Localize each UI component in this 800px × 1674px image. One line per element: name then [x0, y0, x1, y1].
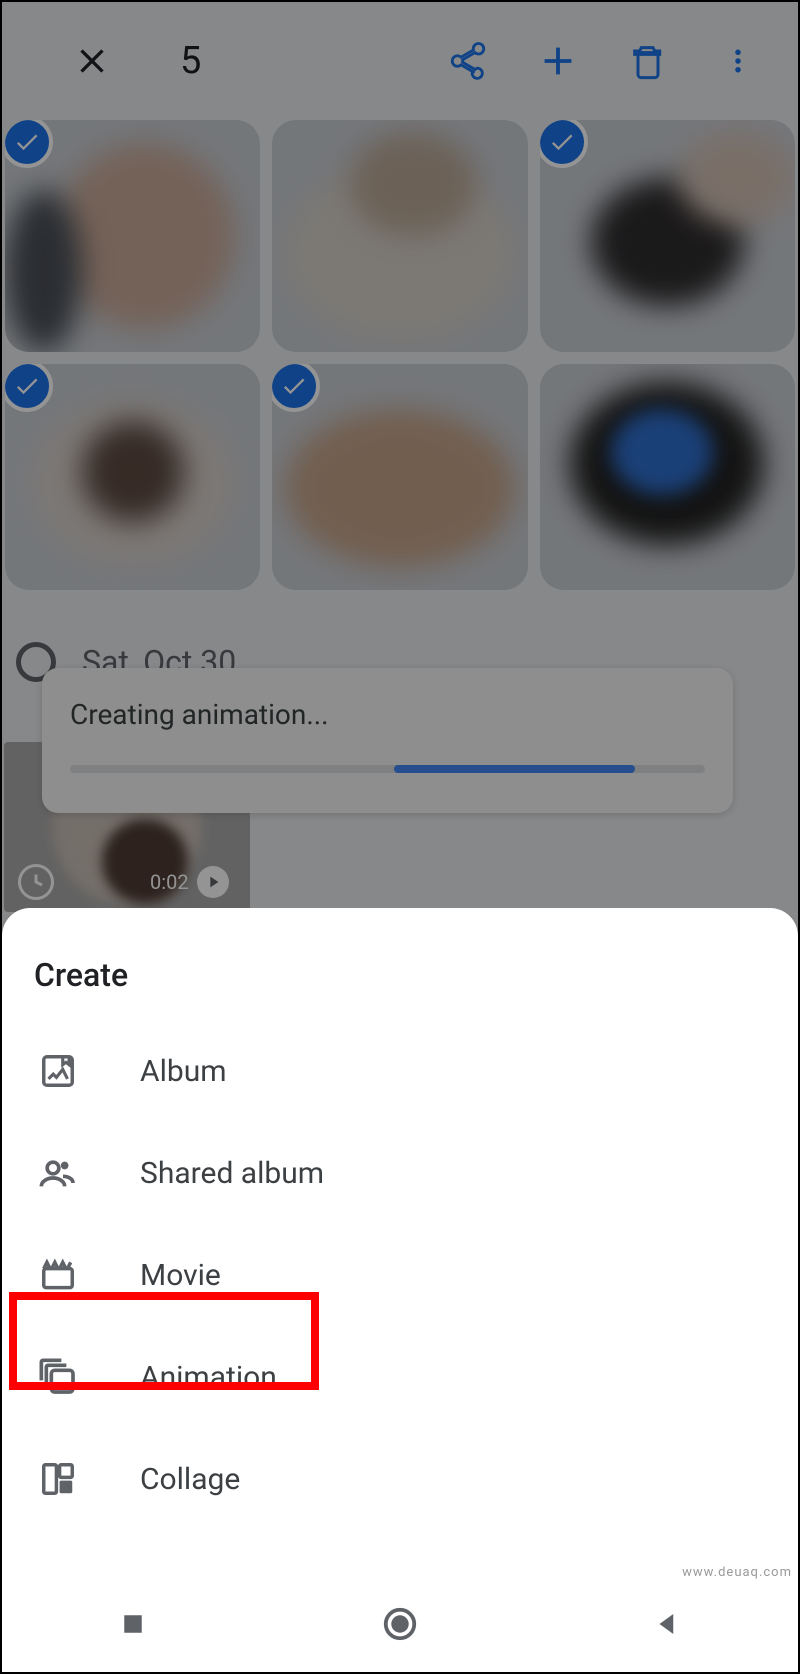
- triangle-back-icon: [652, 1609, 682, 1639]
- android-navbar: [2, 1580, 798, 1672]
- square-icon: [118, 1609, 148, 1639]
- create-bottom-sheet: Create Album Shared album Movie Animatio…: [2, 908, 798, 1672]
- item-label: Movie: [140, 1258, 221, 1293]
- create-shared-album[interactable]: Shared album: [2, 1122, 798, 1224]
- circle-icon: [381, 1605, 419, 1643]
- create-collage[interactable]: Collage: [2, 1428, 798, 1530]
- create-album[interactable]: Album: [2, 1020, 798, 1122]
- movie-icon: [38, 1255, 78, 1295]
- nav-home[interactable]: [381, 1605, 419, 1647]
- watermark: www.deuaq.com: [682, 1565, 792, 1580]
- album-icon: [38, 1051, 78, 1091]
- item-label: Album: [140, 1054, 227, 1089]
- item-label: Collage: [140, 1462, 240, 1497]
- shared-album-icon: [38, 1153, 78, 1193]
- item-label: Shared album: [140, 1156, 324, 1191]
- nav-recents[interactable]: [118, 1609, 148, 1643]
- tutorial-highlight-box: [9, 1292, 319, 1390]
- sheet-title: Create: [2, 956, 798, 1020]
- collage-icon: [38, 1459, 78, 1499]
- nav-back[interactable]: [652, 1609, 682, 1643]
